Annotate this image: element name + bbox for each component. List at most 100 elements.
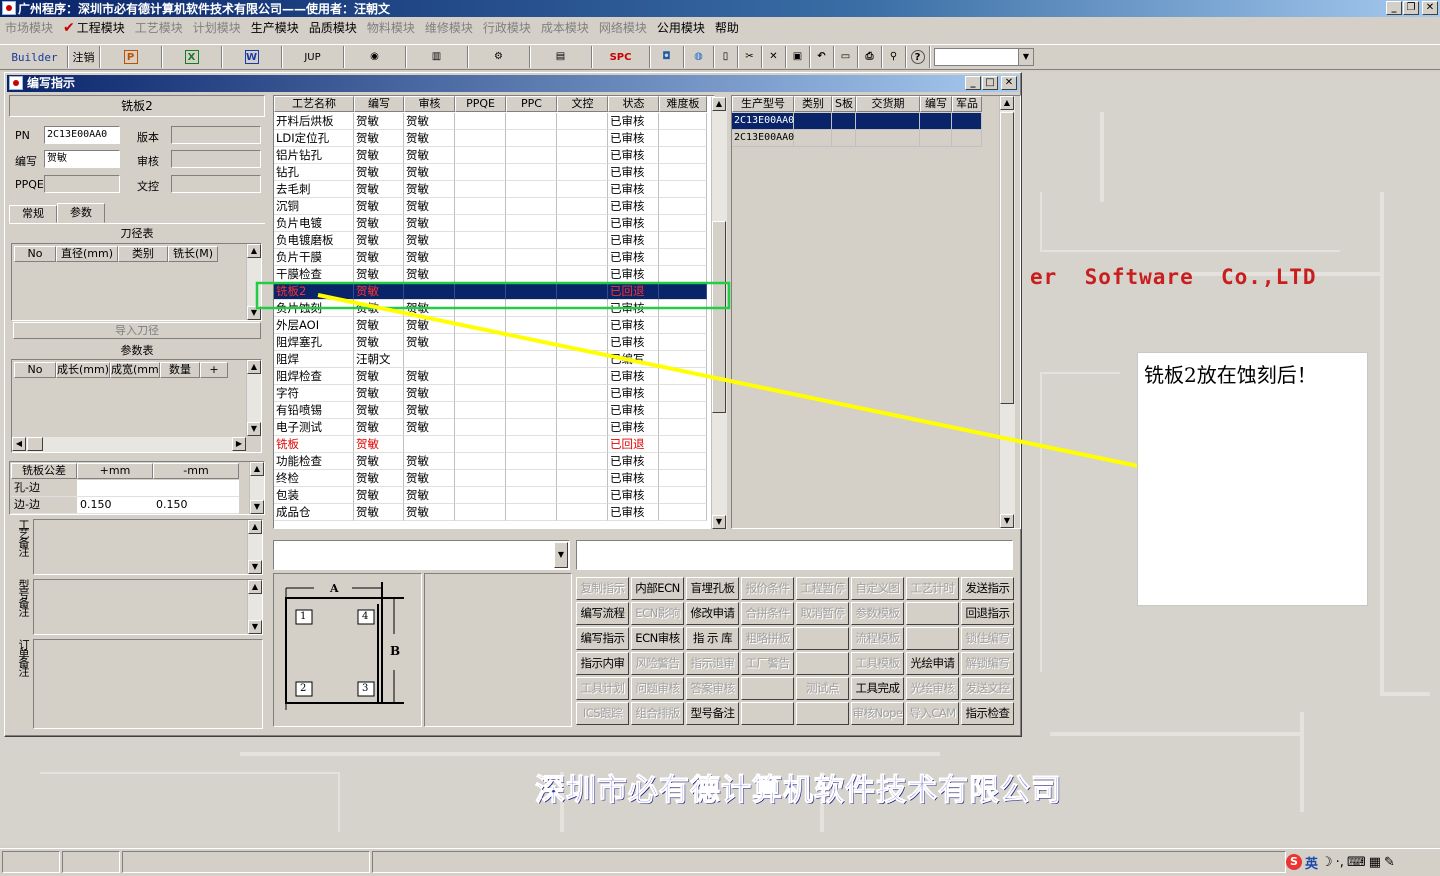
command-button-1-4[interactable]: 取消暂停 [796,602,849,625]
tool-icon[interactable]: ✎ [1384,855,1395,870]
child-close-button[interactable]: ✕ [1001,76,1017,90]
globe-button[interactable]: ◍ [684,46,714,68]
process-combo-arrow[interactable]: ▼ [554,542,568,568]
command-button-0-1[interactable]: 内部ECN [631,577,684,600]
model-remarks-field[interactable]: ▲ ▼ [33,579,263,635]
process-row[interactable]: 铣板 贺敏 已回退 [274,436,707,453]
process-row[interactable]: LDI定位孔 贺敏 贺敏 已审核 [274,130,707,147]
builder-button[interactable]: Builder [2,46,68,68]
tolerance-col-header-1[interactable]: +mm [77,463,153,479]
model-col-header-2[interactable]: S板 [832,96,856,112]
ime-language[interactable]: 英 [1305,853,1318,872]
spc-button[interactable]: SPC [592,46,650,68]
process-row[interactable]: 干膜检查 贺敏 贺敏 已审核 [274,266,707,283]
process-scroll-thumb[interactable] [712,221,726,413]
command-button-5-2[interactable]: 型号备注 [686,702,739,725]
process-row[interactable]: 有铅喷锡 贺敏 贺敏 已审核 [274,402,707,419]
process-row[interactable]: 阻焊检查 贺敏 贺敏 已审核 [274,368,707,385]
command-button-4-2[interactable]: 答案审核 [686,677,739,700]
process-row[interactable]: 终检 贺敏 贺敏 已审核 [274,470,707,487]
command-button-2-2[interactable]: 指 示 库 [686,627,739,650]
process-remarks-field[interactable]: ▲ ▼ [33,519,263,575]
command-button-5-3[interactable] [741,702,794,725]
process-row[interactable]: 字符 贺敏 贺敏 已审核 [274,385,707,402]
command-button-5-1[interactable]: 组合排版 [631,702,684,725]
printer-setup-button[interactable]: ▤ [530,46,592,68]
param-col-header-4[interactable]: + [200,362,228,378]
tolerance-col-header-2[interactable]: -mm [153,463,239,479]
command-button-1-0[interactable]: 编写流程 [576,602,629,625]
model-scroll-up[interactable]: ▲ [1000,96,1014,110]
process-row[interactable]: 铝片钻孔 贺敏 贺敏 已审核 [274,147,707,164]
process-row[interactable]: 负片干膜 贺敏 贺敏 已审核 [274,249,707,266]
process-combo[interactable]: ▼ [273,540,570,570]
menu-item-2[interactable]: 工艺模块 [130,19,188,36]
command-button-0-7[interactable]: 发送指示 [961,577,1014,600]
param-scroll-down[interactable]: ▼ [247,422,261,436]
doc-control-field[interactable] [171,175,261,193]
command-button-5-5[interactable]: 审核Nope [851,702,904,725]
menu-item-4[interactable]: 生产模块 [246,19,304,36]
review-field[interactable] [171,150,261,168]
process-col-header-3[interactable]: PPQE [455,96,506,112]
process-col-header-1[interactable]: 编写 [354,96,404,112]
tool-scroll-up[interactable]: ▲ [247,244,261,258]
sogou-icon[interactable]: S [1286,854,1302,870]
command-button-5-6[interactable]: 导入CAM [906,702,959,725]
process-row[interactable]: 包装 贺敏 贺敏 已审核 [274,487,707,504]
model-col-header-5[interactable]: 军品 [952,96,982,112]
command-button-4-3[interactable] [741,677,794,700]
print-button[interactable]: ⎙ [858,46,882,68]
menu-item-7[interactable]: 维修模块 [420,19,478,36]
command-button-3-6[interactable]: 光绘申请 [906,652,959,675]
command-button-4-6[interactable]: 光绘审核 [906,677,959,700]
command-button-0-0[interactable]: 复制指示 [576,577,629,600]
tolerance-scroll-down[interactable]: ▼ [250,500,264,514]
menu-item-10[interactable]: 网络模块 [594,19,652,36]
tolerance-col-header-0[interactable]: 铣板公差 [11,463,77,479]
model-col-header-3[interactable]: 交货期 [856,96,920,112]
save-button[interactable]: ▣ [786,46,810,68]
process-row[interactable]: 开料后烘板 贺敏 贺敏 已审核 [274,113,707,130]
instruction-text-field[interactable] [576,540,1013,570]
find-button[interactable]: ⚲ [882,46,906,68]
command-button-3-0[interactable]: 指示内审 [576,652,629,675]
version-field[interactable] [171,126,261,144]
command-button-4-0[interactable]: 工具计划 [576,677,629,700]
command-button-1-7[interactable]: 回退指示 [961,602,1014,625]
param-col-header-1[interactable]: 成长(mm) [56,362,110,378]
keyboard-icon[interactable]: ⌨ [1347,855,1366,870]
process-row[interactable]: 阻焊塞孔 贺敏 贺敏 已审核 [274,334,707,351]
jup-button[interactable]: JUP [282,46,344,68]
param-col-header-3[interactable]: 数量 [160,362,200,378]
process-grid-scrollbar[interactable]: ▲ ▼ [711,97,727,529]
process-row[interactable]: 去毛刺 贺敏 贺敏 已审核 [274,181,707,198]
close-button[interactable]: ✕ [1422,1,1438,15]
command-button-0-4[interactable]: 工程暂停 [796,577,849,600]
command-button-2-3[interactable]: 粗略拼板 [741,627,794,650]
process-row-selected[interactable]: 铣板2 贺敏 已回退 [274,283,707,300]
tolerance-row[interactable]: 孔-边 [11,480,239,497]
command-button-0-3[interactable]: 报价条件 [741,577,794,600]
model-col-header-1[interactable]: 类别 [794,96,832,112]
menu-item-9[interactable]: 成本模块 [536,19,594,36]
menu-item-5[interactable]: 品质模块 [304,19,362,36]
restore-button[interactable]: ❐ [1403,1,1419,15]
command-button-3-5[interactable]: 工具模板 [851,652,904,675]
delete-button[interactable]: ✕ [762,46,786,68]
process-row[interactable]: 钻孔 贺敏 贺敏 已审核 [274,164,707,181]
model-scroll-down[interactable]: ▼ [1000,514,1014,528]
process-row[interactable]: 负片蚀刻 贺敏 贺敏 已审核 [274,300,707,317]
process-row[interactable]: 外层AOI 贺敏 贺敏 已审核 [274,317,707,334]
command-button-0-2[interactable]: 盲埋孔板 [686,577,739,600]
logout-button[interactable]: 注销 [68,46,100,68]
minimize-button[interactable]: _ [1386,1,1402,15]
child-minimize-button[interactable]: _ [965,76,981,90]
child-maximize-button[interactable]: □ [982,76,998,90]
preview-button[interactable]: ▭ [834,46,858,68]
command-button-3-3[interactable]: 工厂警告 [741,652,794,675]
command-button-1-1[interactable]: ECN影响 [631,602,684,625]
process-scroll-up[interactable]: ▲ [712,97,726,111]
menu-item-8[interactable]: 行政模块 [478,19,536,36]
menu-item-0[interactable]: 市场模块 [0,19,58,36]
